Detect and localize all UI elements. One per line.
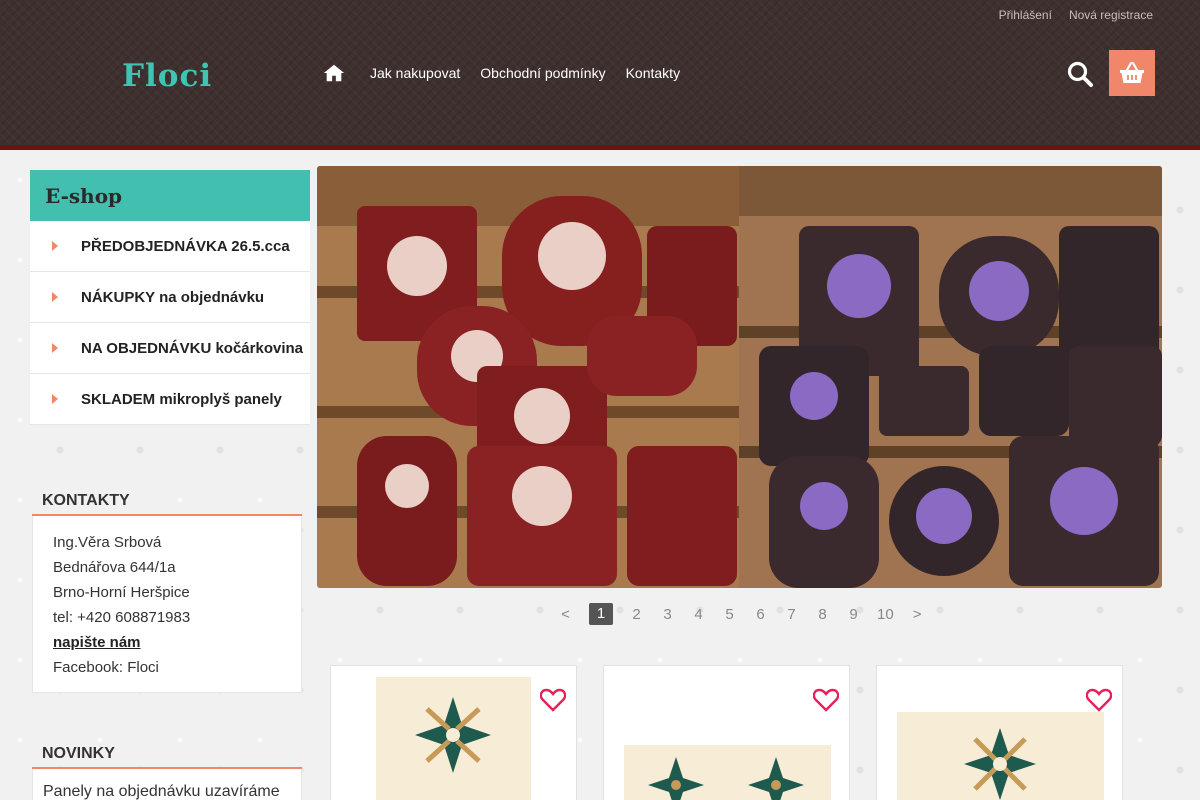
category-label: NA OBJEDNÁVKU kočárkovina — [81, 339, 304, 357]
pager-page[interactable]: 6 — [753, 606, 768, 623]
pager-page-active[interactable]: 1 — [589, 603, 613, 625]
news-box: NOVINKY Panely na objednávku uzavíráme — [32, 745, 302, 800]
login-link[interactable]: Přihlášení — [999, 8, 1052, 22]
product-card[interactable] — [330, 665, 577, 800]
eshop-title: E-shop — [30, 170, 310, 221]
category-label: PŘEDOBJEDNÁVKA 26.5.cca — [81, 237, 290, 255]
category-item[interactable]: PŘEDOBJEDNÁVKA 26.5.cca — [30, 221, 310, 272]
pager-page[interactable]: 7 — [784, 606, 799, 623]
heart-icon[interactable] — [813, 688, 839, 712]
contact-city: Brno-Horní Heršpice — [53, 584, 190, 601]
category-label: NÁKUPKY na objednávku — [81, 288, 265, 306]
pager-page[interactable]: 10 — [877, 606, 894, 623]
category-item[interactable]: SKLADEM mikroplyš panely — [30, 374, 310, 425]
eshop-categories: E-shop PŘEDOBJEDNÁVKA 26.5.cca NÁKUPKY n… — [30, 170, 310, 425]
heart-icon[interactable] — [1086, 688, 1112, 712]
pager-page[interactable]: 5 — [722, 606, 737, 623]
product-image — [897, 712, 1104, 800]
account-links: Přihlášení Nová registrace — [999, 8, 1153, 22]
pager-page[interactable]: 8 — [815, 606, 830, 623]
pager-prev[interactable]: < — [558, 606, 573, 623]
caret-right-icon — [52, 343, 58, 353]
basket-icon — [1120, 61, 1144, 83]
slider-pagination: < 1 2 3 4 5 6 7 8 9 10 > — [550, 603, 933, 625]
banner-slider[interactable] — [317, 166, 1162, 588]
contact-street: Bednářova 644/1a — [53, 559, 176, 576]
red-tree-bags-image — [317, 166, 739, 588]
purple-tree-bags-image — [739, 166, 1162, 588]
pager-page[interactable]: 4 — [691, 606, 706, 623]
home-icon[interactable] — [323, 62, 345, 84]
nav-terms[interactable]: Obchodní podmínky — [480, 65, 605, 81]
pager-next[interactable]: > — [910, 606, 925, 623]
product-card[interactable] — [876, 665, 1123, 800]
category-item[interactable]: NA OBJEDNÁVKU kočárkovina — [30, 323, 310, 374]
contact-name: Ing.Věra Srbová — [53, 534, 162, 551]
cart-button[interactable] — [1109, 50, 1155, 96]
contact-facebook: Facebook: Floci — [53, 659, 159, 676]
news-title: NOVINKY — [32, 745, 302, 769]
contacts-body: Ing.Věra Srbová Bednářova 644/1a Brno-Ho… — [32, 516, 302, 693]
site-header: Přihlášení Nová registrace Floci Jak nak… — [0, 0, 1200, 150]
product-image — [376, 677, 531, 800]
contacts-title: KONTAKTY — [32, 492, 302, 516]
contacts-box: KONTAKTY Ing.Věra Srbová Bednářova 644/1… — [32, 492, 302, 693]
category-list: PŘEDOBJEDNÁVKA 26.5.cca NÁKUPKY na objed… — [30, 221, 310, 425]
register-link[interactable]: Nová registrace — [1069, 8, 1153, 22]
heart-icon[interactable] — [540, 688, 566, 712]
caret-right-icon — [52, 241, 58, 251]
news-text: Panely na objednávku uzavíráme — [32, 769, 302, 800]
pager-page[interactable]: 9 — [846, 606, 861, 623]
product-image — [624, 745, 831, 800]
write-us-link[interactable]: napište nám — [53, 630, 281, 655]
main-nav: Jak nakupovat Obchodní podmínky Kontakty — [323, 62, 700, 84]
product-card[interactable] — [603, 665, 850, 800]
pager-page[interactable]: 3 — [660, 606, 675, 623]
category-item[interactable]: NÁKUPKY na objednávku — [30, 272, 310, 323]
caret-right-icon — [52, 292, 58, 302]
category-label: SKLADEM mikroplyš panely — [81, 390, 282, 408]
pager-page[interactable]: 2 — [629, 606, 644, 623]
contact-phone: tel: +420 608871983 — [53, 609, 191, 626]
nav-contacts[interactable]: Kontakty — [626, 65, 680, 81]
caret-right-icon — [52, 394, 58, 404]
search-icon[interactable] — [1066, 60, 1094, 88]
site-logo[interactable]: Floci — [122, 58, 212, 94]
nav-how-to-buy[interactable]: Jak nakupovat — [370, 65, 460, 81]
